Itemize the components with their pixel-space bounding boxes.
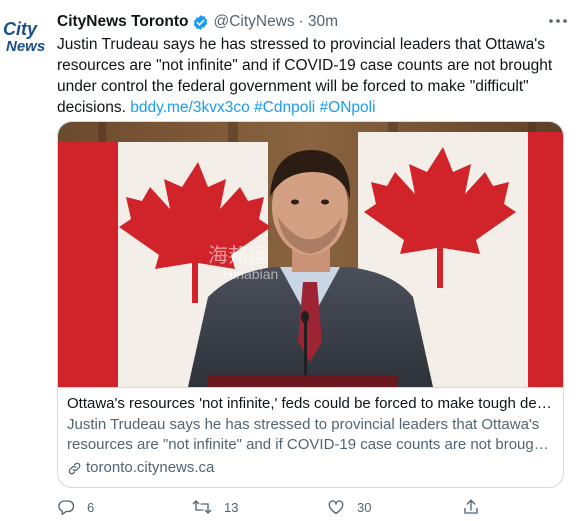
card-description-line2: resources are "not infinite" and if COVI… <box>67 436 557 453</box>
tweet-text: Justin Trudeau says he has stressed to p… <box>57 34 562 118</box>
tweet-header: CityNews Toronto @CityNews · 30m <box>57 10 338 34</box>
tweet[interactable]: City News CityNews Toronto @CityNews · 3… <box>0 0 580 521</box>
account-handle[interactable]: @CityNews <box>213 13 294 31</box>
card-description: Justin Trudeau says he has stressed to p… <box>67 415 557 455</box>
reply-count: 6 <box>87 499 95 515</box>
card-description-line1: Justin Trudeau says he has stressed to p… <box>67 416 540 433</box>
logo-bottom-text: News <box>6 38 45 55</box>
retweet-button[interactable]: 13 <box>192 498 238 516</box>
logo-top-text: City <box>3 19 38 39</box>
share-button[interactable] <box>462 498 492 516</box>
tweet-time[interactable]: 30m <box>308 13 338 31</box>
card-image[interactable]: 海邦运 Hinabian <box>58 122 563 387</box>
watermark-cn: 海邦运 <box>208 243 268 267</box>
avatar[interactable]: City News <box>2 17 48 55</box>
watermark-en: Hinabian <box>223 266 278 282</box>
hashtag-onpoli[interactable]: #ONpoli <box>320 99 376 116</box>
card-domain-text: toronto.citynews.ca <box>86 459 215 476</box>
link-card[interactable]: 海邦运 Hinabian Ottawa's resources 'not inf… <box>57 121 564 488</box>
tweet-link[interactable]: bddy.me/3kvx3co <box>130 99 249 116</box>
reply-icon <box>58 500 75 516</box>
hashtag-cdnpoli[interactable]: #Cdnpoli <box>254 99 315 116</box>
like-count: 30 <box>357 499 372 515</box>
reply-button[interactable]: 6 <box>57 498 94 516</box>
separator-dot: · <box>298 13 304 30</box>
action-bar: 6 13 30 <box>57 498 537 518</box>
like-icon <box>328 500 344 515</box>
verified-badge-icon <box>192 14 209 31</box>
share-icon <box>464 499 478 514</box>
card-title: Ottawa's resources 'not infinite,' feds … <box>67 395 557 412</box>
like-button[interactable]: 30 <box>327 498 371 516</box>
card-body[interactable]: Ottawa's resources 'not infinite,' feds … <box>58 387 563 476</box>
card-domain: toronto.citynews.ca <box>67 458 214 478</box>
retweet-count: 13 <box>224 499 239 515</box>
more-icon[interactable] <box>547 12 569 30</box>
retweet-icon <box>192 500 212 514</box>
link-icon <box>68 462 81 474</box>
account-name[interactable]: CityNews Toronto <box>57 13 188 31</box>
